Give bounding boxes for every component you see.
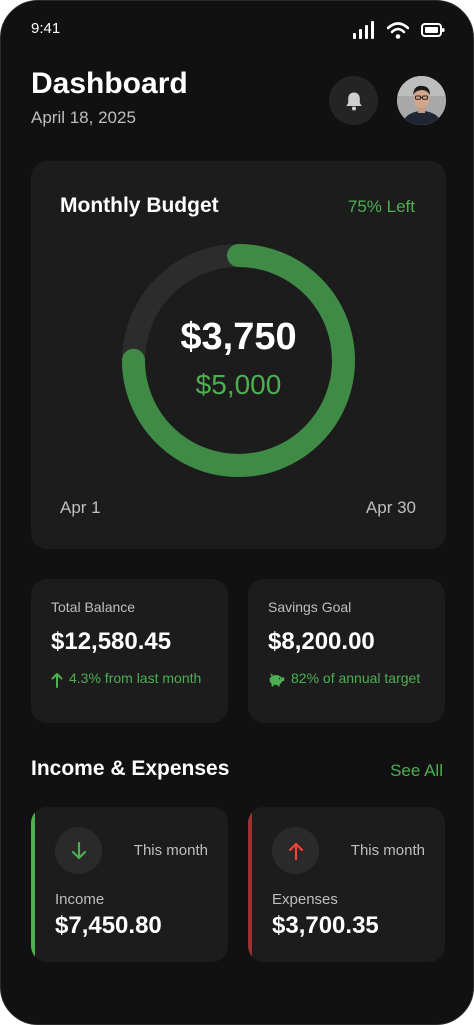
budget-title: Monthly Budget xyxy=(60,194,219,217)
stat-label: Savings Goal xyxy=(268,599,352,615)
see-all-link[interactable]: See All xyxy=(390,761,443,781)
stat-value: $8,200.00 xyxy=(268,628,375,655)
expenses-period: This month xyxy=(350,842,425,859)
budget-total-amount: $5,000 xyxy=(195,369,282,400)
arrow-down-icon xyxy=(71,841,86,859)
wifi-icon xyxy=(387,21,409,39)
status-time: 9:41 xyxy=(31,20,61,37)
arrow-up-icon xyxy=(288,842,303,860)
expenses-label: Expenses xyxy=(272,891,338,908)
stat-note: 82% of annual target xyxy=(268,671,431,687)
total-balance-card[interactable]: Total Balance $12,580.45 4.3% from last … xyxy=(31,579,228,723)
savings-goal-card[interactable]: Savings Goal $8,200.00 82% of annual tar… xyxy=(248,579,445,723)
budget-remaining-label: 75% Left xyxy=(347,197,415,216)
bell-icon xyxy=(345,92,362,110)
piggy-bank-icon xyxy=(269,673,285,687)
avatar-image xyxy=(397,76,446,125)
stat-note-text: 4.3% from last month xyxy=(69,670,202,686)
stat-note: 4.3% from last month xyxy=(51,671,209,688)
budget-spent-amount: $3,750 xyxy=(180,316,297,358)
signal-icon xyxy=(353,21,374,39)
income-card[interactable]: This month Income $7,450.80 xyxy=(31,807,228,962)
income-label: Income xyxy=(55,891,105,908)
expenses-card[interactable]: This month Expenses $3,700.35 xyxy=(248,807,445,962)
status-bar: 9:41 xyxy=(1,1,473,59)
income-period: This month xyxy=(133,842,208,859)
income-expenses-title: Income & Expenses xyxy=(31,757,230,780)
notifications-button[interactable] xyxy=(329,76,378,125)
income-value: $7,450.80 xyxy=(55,912,162,939)
arrow-up-icon xyxy=(51,673,63,688)
profile-avatar[interactable] xyxy=(397,76,446,125)
expenses-value: $3,700.35 xyxy=(272,912,379,939)
stat-label: Total Balance xyxy=(51,599,136,615)
income-accent-bar xyxy=(31,807,35,962)
stat-value: $12,580.45 xyxy=(51,628,172,655)
page-title: Dashboard xyxy=(31,67,188,100)
status-icons xyxy=(353,21,445,39)
monthly-budget-card[interactable]: Monthly Budget 75% Left $3,750 $5,000 Ap… xyxy=(31,161,446,549)
stat-note-text: 82% of annual target xyxy=(291,670,421,686)
page-date: April 18, 2025 xyxy=(31,108,136,127)
expenses-icon-circle xyxy=(272,827,319,874)
budget-end-date: Apr 30 xyxy=(365,498,416,517)
phone-screen: 9:41 Dashboard April 18, 2025 Monthly Bu… xyxy=(0,0,474,1025)
budget-progress-ring xyxy=(122,244,355,477)
income-icon-circle xyxy=(55,827,102,874)
battery-icon xyxy=(421,23,445,37)
budget-start-date: Apr 1 xyxy=(60,498,101,517)
expenses-accent-bar xyxy=(248,807,252,962)
